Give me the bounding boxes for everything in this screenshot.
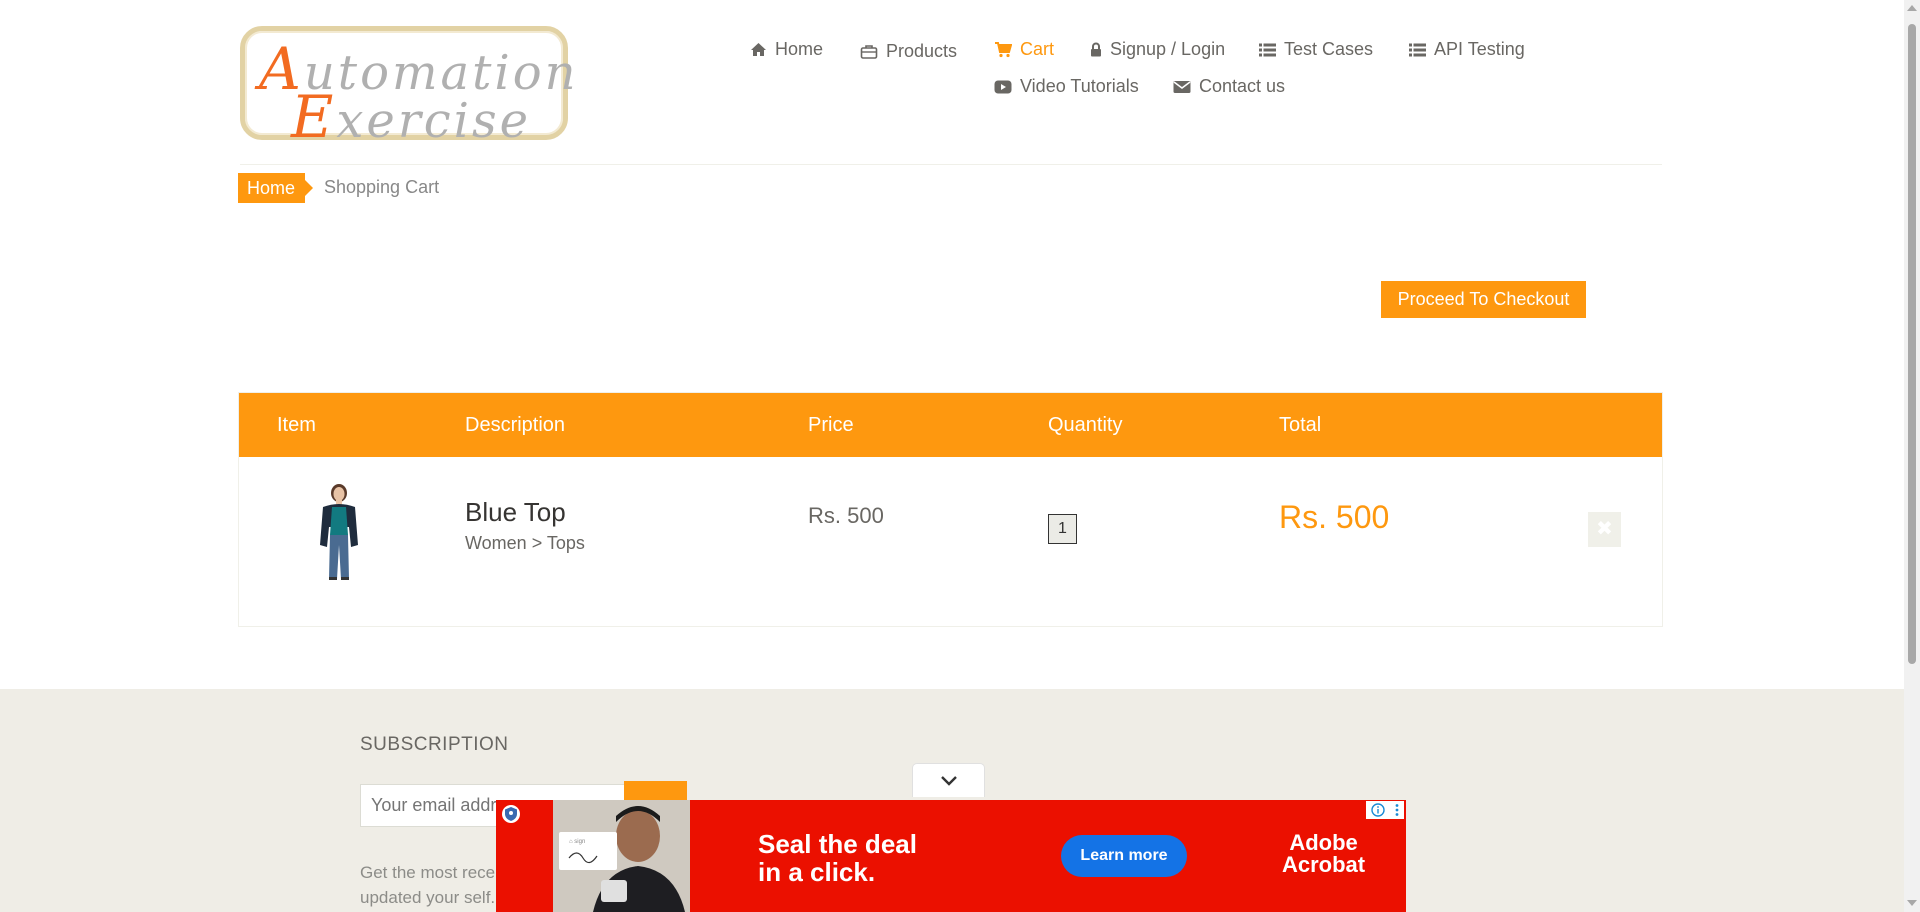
list-icon xyxy=(1409,43,1426,56)
ad-brand-line-2: Acrobat xyxy=(1282,852,1366,877)
nav-api-testing[interactable]: API Testing xyxy=(1409,39,1525,60)
nav-contact-us[interactable]: Contact us xyxy=(1173,76,1285,97)
quantity-value[interactable]: 1 xyxy=(1048,514,1077,544)
nav-video-tutorials[interactable]: Video Tutorials xyxy=(994,76,1139,97)
svg-text:⌂ sign: ⌂ sign xyxy=(569,839,585,845)
site-logo[interactable]: Automation Exercise xyxy=(240,26,576,151)
nav-api-testing-label: API Testing xyxy=(1434,39,1525,59)
more-options-icon[interactable] xyxy=(1394,803,1400,817)
table-row: Blue Top Women > Tops Rs. 500 1 Rs. 500 … xyxy=(239,457,1662,627)
envelope-icon xyxy=(1173,80,1191,93)
header-divider xyxy=(240,164,1662,165)
ad-brand-line-1: Adobe xyxy=(1289,830,1358,855)
product-image[interactable] xyxy=(309,479,369,581)
cart-table: Item Description Price Quantity Total Bl… xyxy=(238,392,1663,627)
nav-products-label: Products xyxy=(886,41,958,61)
close-icon: ✖ xyxy=(1596,518,1613,540)
column-header-description: Description xyxy=(465,414,566,436)
nav-products[interactable]: Products xyxy=(860,41,957,62)
shopping-cart-icon xyxy=(995,41,1012,57)
ad-headline-line-2: in a click. xyxy=(758,857,876,887)
lock-icon xyxy=(1091,42,1101,57)
ad-headline: Seal the deal in a click. xyxy=(758,830,917,886)
nav-home-label: Home xyxy=(775,39,824,59)
ad-info-controls xyxy=(1366,801,1404,819)
nav-signup-login-label: Signup / Login xyxy=(1110,39,1226,59)
ad-collapse-button[interactable] xyxy=(912,763,985,797)
column-header-quantity: Quantity xyxy=(1048,414,1123,436)
info-icon[interactable] xyxy=(1370,803,1385,817)
youtube-play-icon xyxy=(994,80,1012,93)
ad-brand: Adobe Acrobat xyxy=(1282,832,1365,876)
product-total: Rs. 500 xyxy=(1279,499,1390,535)
proceed-to-checkout-button[interactable]: Proceed To Checkout xyxy=(1381,281,1586,318)
product-category: Women > Tops xyxy=(465,533,585,553)
ad-headline-line-1: Seal the deal xyxy=(758,829,917,859)
logo-line-2: Exercise xyxy=(291,83,532,151)
column-header-total: Total xyxy=(1279,414,1322,436)
nav-cart[interactable]: Cart xyxy=(994,39,1054,60)
column-header-item: Item xyxy=(277,414,316,436)
ad-banner[interactable]: ⌂ sign Seal the deal in a click. Learn m… xyxy=(496,800,1406,912)
ad-image: ⌂ sign xyxy=(553,800,690,912)
breadcrumb-home[interactable]: Home xyxy=(238,173,314,203)
nav-test-cases-label: Test Cases xyxy=(1284,39,1374,59)
nav-signup-login[interactable]: Signup / Login xyxy=(1090,39,1225,60)
nav-video-tutorials-label: Video Tutorials xyxy=(1020,76,1139,96)
cart-table-header: Item Description Price Quantity Total xyxy=(239,393,1662,457)
briefcase-icon xyxy=(860,45,878,59)
subscription-title: SUBSCRIPTION xyxy=(360,734,509,755)
nav-contact-us-label: Contact us xyxy=(1199,76,1286,96)
product-name-link[interactable]: Blue Top xyxy=(465,497,566,528)
list-icon xyxy=(1259,43,1276,56)
scroll-up-arrow-icon[interactable] xyxy=(1907,5,1917,11)
breadcrumb-current: Shopping Cart xyxy=(324,177,440,197)
delete-item-button[interactable]: ✖ xyxy=(1588,512,1621,547)
nav-home[interactable]: Home xyxy=(750,39,823,60)
nav-cart-label: Cart xyxy=(1020,39,1055,59)
scrollbar-thumb[interactable] xyxy=(1908,24,1916,664)
column-header-price: Price xyxy=(808,414,854,436)
nav-test-cases[interactable]: Test Cases xyxy=(1259,39,1373,60)
ad-learn-more-button[interactable]: Learn more xyxy=(1061,835,1187,877)
chevron-down-icon xyxy=(940,776,957,786)
shield-icon xyxy=(502,805,520,823)
home-icon xyxy=(751,43,766,56)
scroll-down-arrow-icon[interactable] xyxy=(1907,900,1917,906)
product-price: Rs. 500 xyxy=(808,503,884,528)
